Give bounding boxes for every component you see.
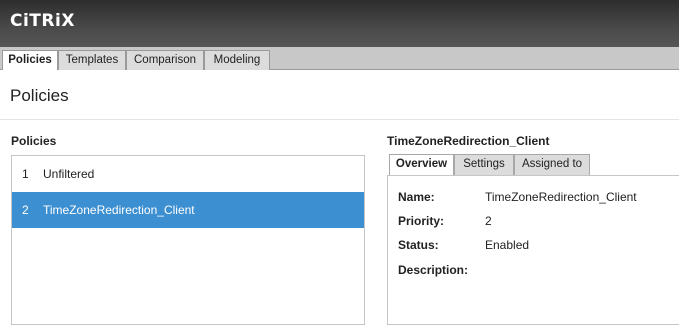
main-tab-bar: Policies Templates Comparison Modeling: [0, 47, 679, 71]
priority-label: Priority:: [398, 214, 445, 228]
tab-overview[interactable]: Overview: [389, 154, 454, 176]
policy-details-title: TimeZoneRedirection_Client: [387, 134, 550, 148]
policy-name: TimeZoneRedirection_Client: [43, 203, 195, 217]
policy-priority: 2: [22, 203, 29, 217]
overview-panel: Name: TimeZoneRedirection_Client Priorit…: [387, 175, 679, 325]
policy-row-timezone-redirection[interactable]: 2 TimeZoneRedirection_Client: [12, 192, 364, 228]
tab-assigned-to[interactable]: Assigned to: [514, 154, 590, 175]
tab-policies[interactable]: Policies: [2, 50, 58, 71]
tab-settings[interactable]: Settings: [454, 154, 514, 175]
citrix-logo: CiTRiX: [10, 11, 75, 31]
title-divider: [0, 119, 679, 120]
policy-row-unfiltered[interactable]: 1 Unfiltered: [12, 156, 364, 192]
status-value: Enabled: [485, 238, 530, 252]
page-title: Policies: [10, 86, 69, 105]
tab-templates[interactable]: Templates: [58, 50, 126, 70]
name-label: Name:: [398, 190, 435, 204]
policy-name: Unfiltered: [43, 167, 95, 181]
policy-priority: 1: [22, 167, 29, 181]
policies-page: Policies Policies 1 Unfiltered 2 TimeZon…: [0, 70, 679, 325]
name-value: TimeZoneRedirection_Client: [485, 190, 637, 204]
policies-list: 1 Unfiltered 2 TimeZoneRedirection_Clien…: [11, 155, 365, 325]
tab-modeling[interactable]: Modeling: [204, 50, 270, 70]
tab-comparison[interactable]: Comparison: [126, 50, 204, 70]
header-banner: CiTRiX: [0, 0, 679, 47]
policies-list-label: Policies: [11, 134, 57, 148]
priority-value: 2: [485, 214, 492, 228]
description-label: Description:: [398, 263, 469, 277]
status-label: Status:: [398, 238, 439, 252]
